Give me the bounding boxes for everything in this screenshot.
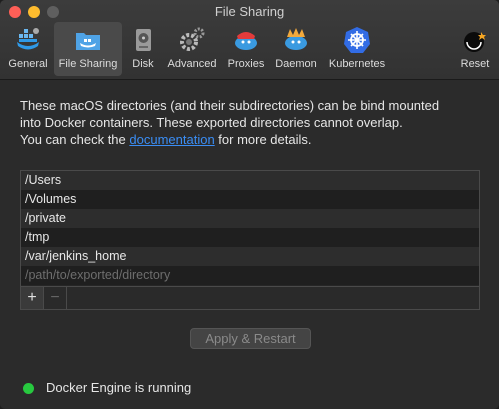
disk-icon <box>136 29 151 51</box>
tab-proxies-label: Proxies <box>227 58 265 70</box>
tab-disk-label: Disk <box>132 58 154 70</box>
file-sharing-icon <box>76 33 100 50</box>
description-prefix: You can check the <box>20 132 130 147</box>
remove-directory-button[interactable]: − <box>44 287 67 309</box>
reset-icon <box>464 32 486 52</box>
tab-disk[interactable]: Disk <box>126 22 160 76</box>
description: These macOS directories (and their subdi… <box>20 97 480 148</box>
directory-row[interactable]: /Volumes <box>21 190 479 209</box>
title-bar: File Sharing General File Sharing Disk A… <box>0 0 499 80</box>
window-title: File Sharing <box>214 4 285 19</box>
kubernetes-icon <box>344 27 370 53</box>
tab-kubernetes[interactable]: Kubernetes <box>324 22 390 76</box>
description-line-3: You can check the documentation for more… <box>20 131 480 148</box>
tab-daemon-label: Daemon <box>275 58 317 70</box>
description-suffix: for more details. <box>214 132 312 147</box>
description-line-2: into Docker containers. These exported d… <box>20 115 403 130</box>
documentation-link[interactable]: documentation <box>129 132 214 147</box>
directory-row[interactable]: /Users <box>21 171 479 190</box>
reset-label: Reset <box>460 58 490 70</box>
advanced-icon <box>180 27 205 51</box>
proxies-icon <box>235 32 257 50</box>
tab-file-sharing[interactable]: File Sharing <box>54 22 122 76</box>
directory-row[interactable]: /tmp <box>21 228 479 247</box>
tab-advanced-label: Advanced <box>167 58 217 70</box>
apply-restart-button[interactable]: Apply & Restart <box>190 328 311 349</box>
tab-advanced[interactable]: Advanced <box>163 22 221 76</box>
tab-proxies[interactable]: Proxies <box>224 22 268 76</box>
status-text: Docker Engine is running <box>46 380 192 395</box>
reset-button[interactable]: Reset <box>456 22 494 76</box>
shared-directories-list: /Users /Volumes /private /tmp /var/jenki… <box>20 170 480 310</box>
status-indicator-icon <box>23 383 34 394</box>
tab-general-label: General <box>8 58 48 70</box>
description-line-1: These macOS directories (and their subdi… <box>20 98 440 113</box>
directory-row[interactable]: /var/jenkins_home <box>21 247 479 266</box>
daemon-icon <box>285 28 307 50</box>
list-toolbar: + − <box>21 286 479 309</box>
tab-file-sharing-label: File Sharing <box>58 58 118 70</box>
directory-row[interactable]: /private <box>21 209 479 228</box>
tab-daemon[interactable]: Daemon <box>271 22 321 76</box>
general-icon <box>17 28 39 50</box>
preferences-window: File Sharing General File Sharing Disk A… <box>0 0 499 409</box>
add-directory-button[interactable]: + <box>21 287 44 309</box>
tab-general[interactable]: General <box>5 22 51 76</box>
tab-kubernetes-label: Kubernetes <box>328 58 386 70</box>
new-directory-input[interactable]: /path/to/exported/directory <box>21 266 479 285</box>
